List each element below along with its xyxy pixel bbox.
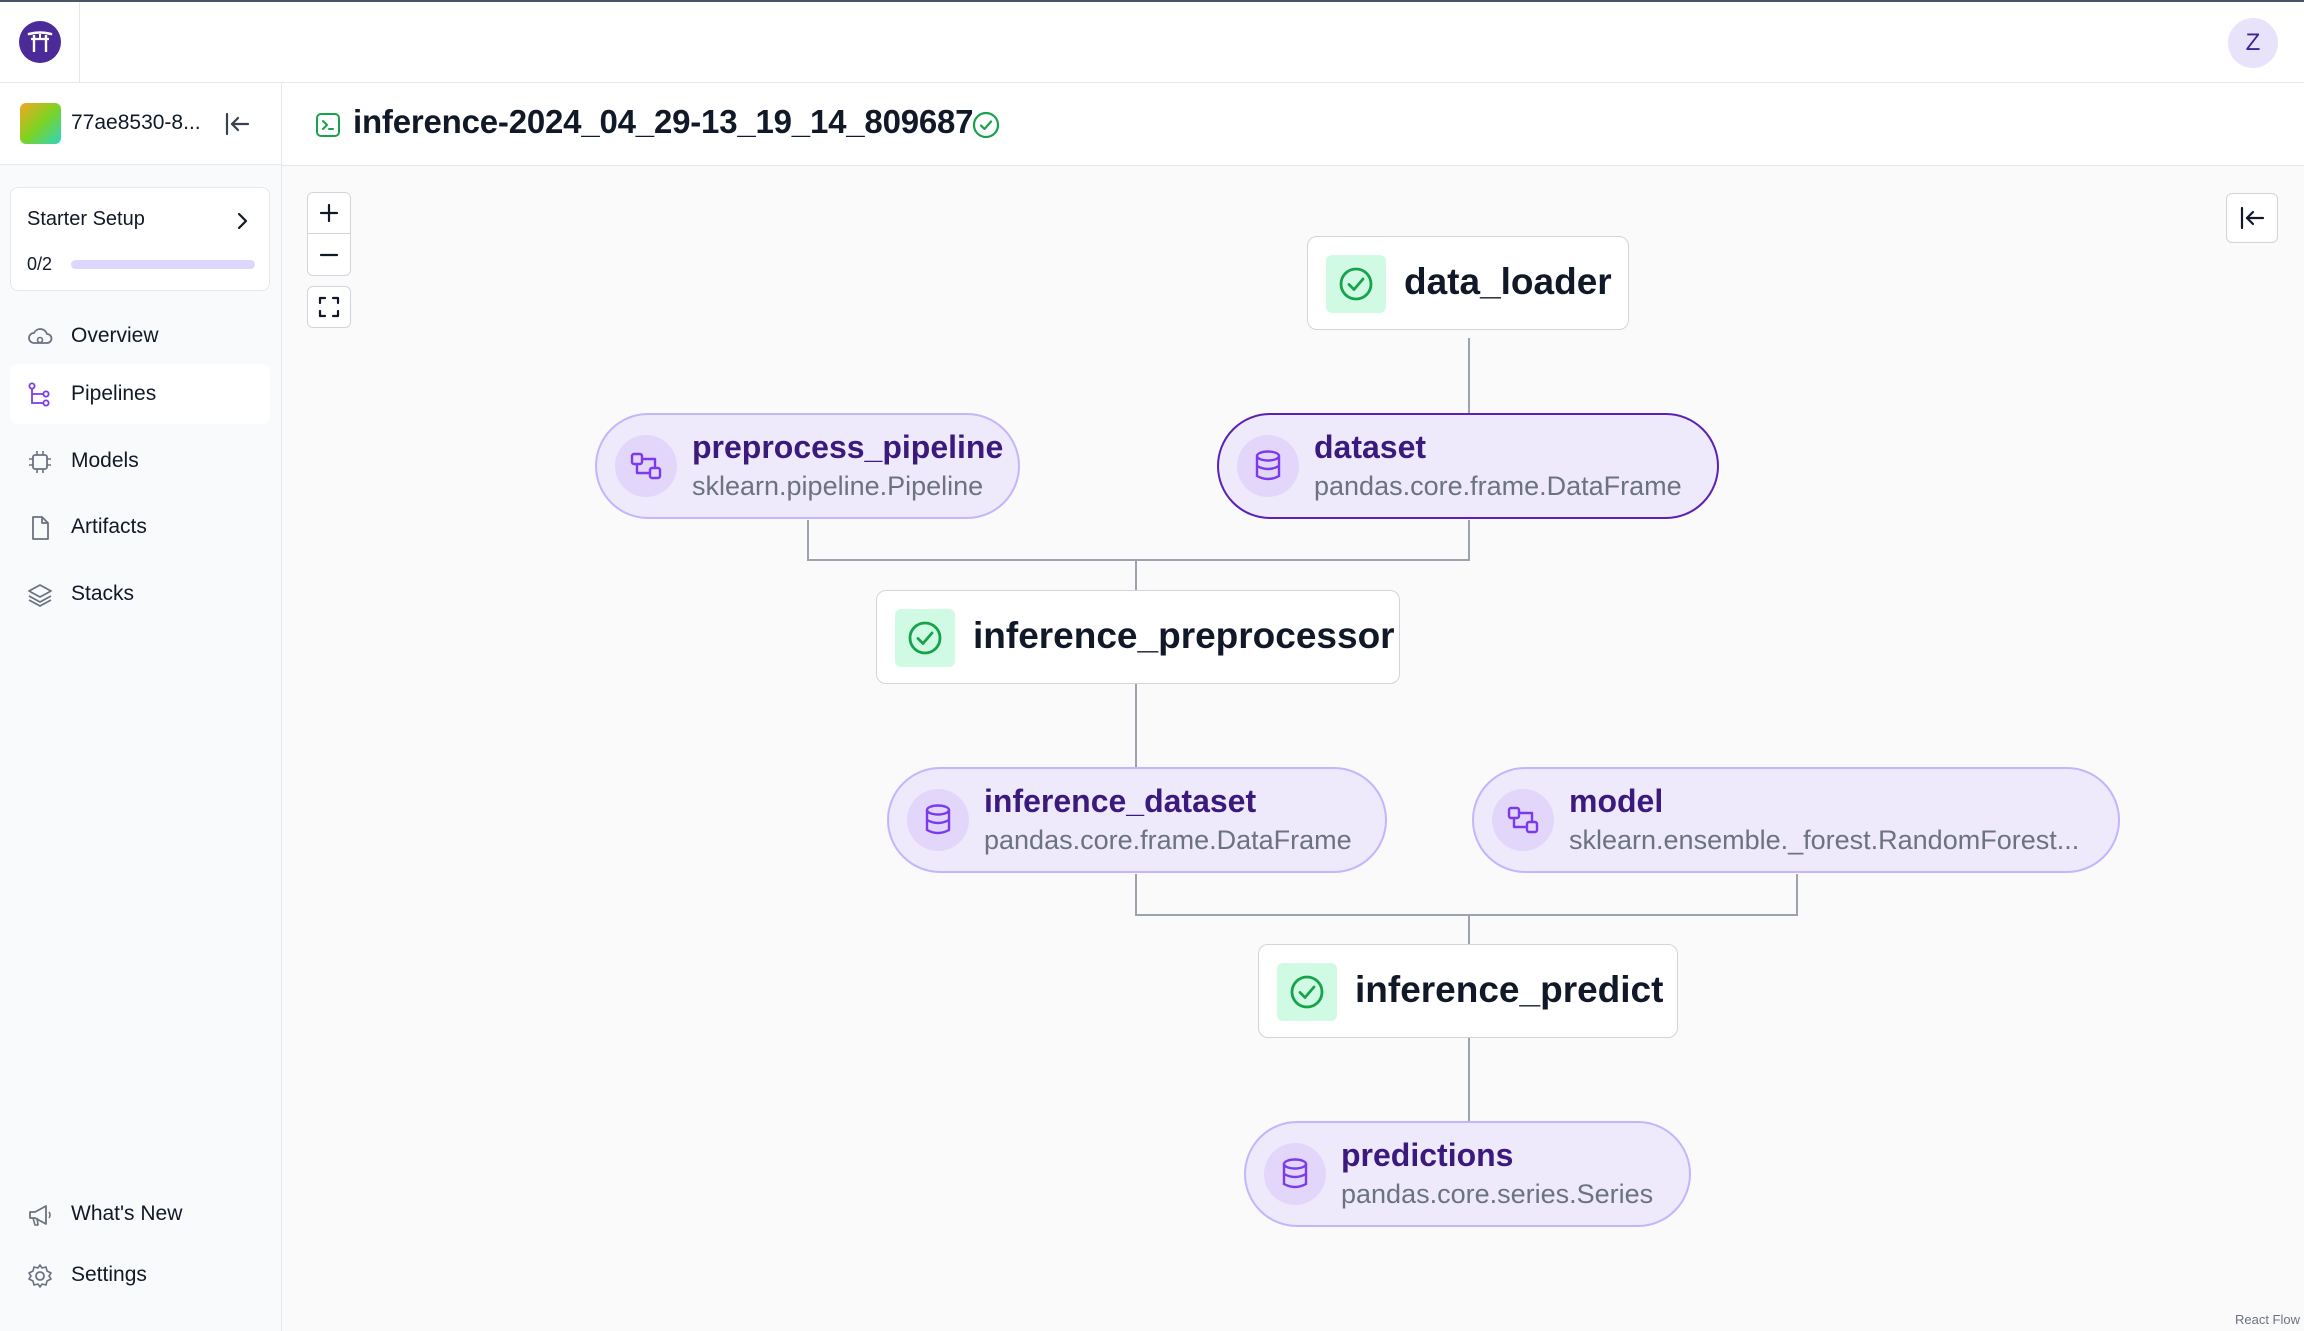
torii-icon	[27, 31, 53, 52]
artifact-name: dataset	[1314, 429, 1427, 465]
sidebar-item-label: Overview	[71, 324, 159, 347]
sidebar-item-whats-new[interactable]: What's New	[10, 1184, 270, 1244]
zenml-logo[interactable]	[19, 21, 61, 63]
edge-inference_dataset-inference_predict	[1135, 874, 1470, 944]
chip-icon	[29, 451, 51, 473]
dag-canvas[interactable]: data_loader preprocess_pipeline sklearn.…	[282, 166, 2304, 1331]
status-completed-icon	[972, 111, 1000, 139]
file-icon	[32, 516, 49, 540]
artifact-node-inference_dataset[interactable]: inference_dataset pandas.core.frame.Data…	[887, 767, 1387, 873]
check-circle-icon	[1339, 267, 1373, 301]
step-status-icon	[895, 609, 955, 667]
zoom-out-button[interactable]	[308, 234, 350, 275]
artifact-name: preprocess_pipeline	[692, 429, 1004, 465]
pipeline-artifact-icon	[615, 435, 677, 497]
sidebar-item-label: Stacks	[71, 582, 135, 605]
check-circle-icon	[1290, 975, 1324, 1009]
logo-cell	[0, 2, 80, 83]
check-circle-icon	[908, 621, 942, 655]
sidebar-item-label: What's New	[71, 1202, 183, 1225]
starter-setup-card[interactable]: Starter Setup 0/2	[10, 187, 270, 291]
artifact-node-preprocess_pipeline[interactable]: preprocess_pipeline sklearn.pipeline.Pip…	[595, 413, 1020, 519]
step-node-inference_predict[interactable]: inference_predict	[1258, 944, 1678, 1038]
edge-preprocess_pipeline-inference_preprocessor	[807, 520, 1137, 590]
sidebar-item-settings[interactable]: Settings	[10, 1245, 270, 1305]
terminal-icon	[316, 113, 340, 137]
megaphone-icon	[29, 1205, 51, 1226]
sidebar-item-label: Settings	[71, 1263, 147, 1286]
artifact-node-dataset[interactable]: dataset pandas.core.frame.DataFrame	[1217, 413, 1719, 519]
artifact-type: pandas.core.frame.DataFrame	[984, 825, 1352, 855]
database-icon	[1237, 435, 1299, 497]
artifact-type: sklearn.pipeline.Pipeline	[692, 471, 984, 501]
edge-model-inference_predict	[1469, 874, 1798, 916]
minus-icon	[319, 253, 339, 256]
artifact-type: pandas.core.series.Series	[1341, 1179, 1654, 1209]
workspace-avatar	[20, 103, 61, 144]
pipeline-artifact-icon	[1492, 789, 1554, 851]
workspace-name: 77ae8530-8...	[71, 111, 201, 134]
top-bar: Z	[0, 0, 2304, 83]
sidebar-item-pipelines[interactable]: Pipelines	[10, 364, 270, 424]
page-title: inference-2024_04_29-13_19_14_809687	[353, 103, 974, 140]
sidebar-item-models[interactable]: Models	[10, 431, 270, 491]
panel-expand-icon	[2240, 206, 2265, 230]
artifact-name: inference_dataset	[984, 783, 1257, 819]
layers-icon	[28, 584, 52, 607]
user-avatar[interactable]: Z	[2228, 18, 2278, 68]
expand-side-panel-button[interactable]	[2226, 193, 2278, 243]
sidebar-item-label: Models	[71, 449, 139, 472]
database-icon	[907, 789, 969, 851]
artifact-name: predictions	[1341, 1137, 1514, 1173]
step-node-data_loader[interactable]: data_loader	[1307, 236, 1629, 330]
workspace-selector[interactable]: 77ae8530-8...	[0, 83, 281, 165]
starter-progress-text: 0/2	[27, 254, 53, 274]
step-name: data_loader	[1404, 261, 1612, 302]
database-icon	[1264, 1143, 1326, 1205]
sidebar-item-artifacts[interactable]: Artifacts	[10, 497, 270, 557]
step-status-icon	[1326, 255, 1386, 313]
sidebar-item-label: Pipelines	[71, 382, 157, 405]
zoom-controls	[307, 192, 351, 276]
fullscreen-icon	[318, 296, 340, 318]
step-status-icon	[1277, 963, 1337, 1021]
sidebar-item-overview[interactable]: Overview	[10, 306, 270, 366]
artifact-type: pandas.core.frame.DataFrame	[1314, 471, 1682, 501]
artifact-name: model	[1569, 783, 1664, 819]
step-node-inference_preprocessor[interactable]: inference_preprocessor	[876, 590, 1400, 684]
starter-setup-title: Starter Setup	[27, 208, 145, 230]
run-header: inference-2024_04_29-13_19_14_809687	[282, 83, 2304, 166]
fit-view-button[interactable]	[307, 286, 351, 328]
collapse-sidebar-icon[interactable]	[222, 109, 252, 139]
plus-icon	[319, 203, 339, 223]
edge-dataset-inference_preprocessor	[1136, 520, 1470, 561]
chevron-right-icon	[237, 212, 248, 230]
sidebar-item-stacks[interactable]: Stacks	[10, 564, 270, 624]
gear-icon	[28, 1264, 52, 1288]
react-flow-attribution[interactable]: React Flow	[2235, 1312, 2300, 1327]
zoom-in-button[interactable]	[308, 193, 350, 234]
cloud-icon	[28, 328, 53, 344]
sidebar-item-label: Artifacts	[71, 515, 147, 538]
sidebar: 77ae8530-8... Starter Setup 0/2 Overview…	[0, 83, 282, 1331]
step-name: inference_predict	[1355, 969, 1664, 1010]
artifact-node-predictions[interactable]: predictions pandas.core.series.Series	[1244, 1121, 1691, 1227]
artifact-node-model[interactable]: model sklearn.ensemble._forest.RandomFor…	[1472, 767, 2120, 873]
starter-progress-bar	[71, 260, 255, 269]
step-name: inference_preprocessor	[973, 615, 1395, 656]
artifact-type: sklearn.ensemble._forest.RandomForest...	[1569, 825, 2080, 855]
pipeline-icon	[28, 382, 50, 407]
